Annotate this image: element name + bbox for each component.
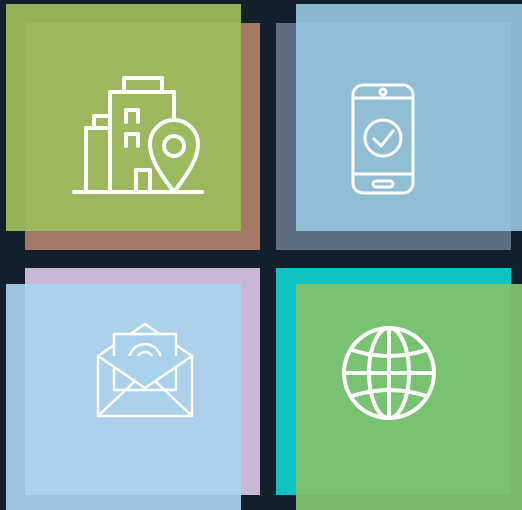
globe-icon — [342, 326, 436, 420]
building-location-pin-icon — [72, 76, 204, 194]
smartphone-check-icon — [351, 83, 415, 195]
envelope-at-icon — [96, 322, 194, 418]
tile-grid — [0, 0, 522, 510]
